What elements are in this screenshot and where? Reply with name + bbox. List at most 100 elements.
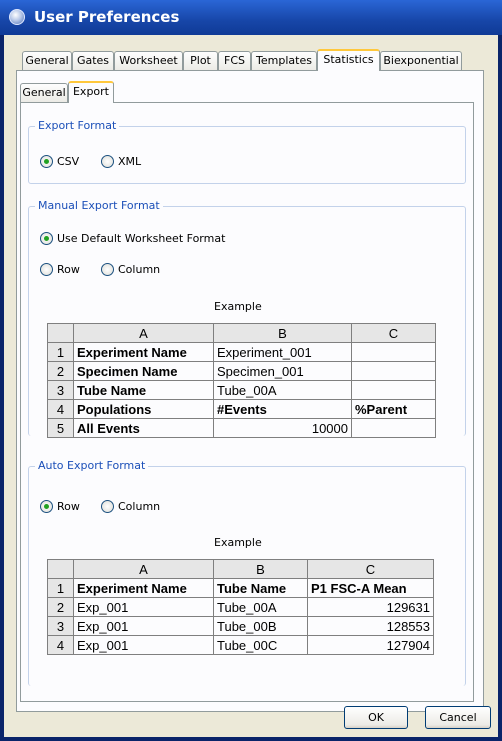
- table-header-row: A B C: [47, 559, 434, 579]
- table-cell: Tube_00C: [213, 635, 308, 655]
- manual-column-label: Column: [118, 263, 161, 276]
- table-cell: Exp_001: [73, 616, 214, 636]
- tab-export[interactable]: Export: [68, 81, 114, 103]
- tab-biexponential[interactable]: Biexponential: [380, 51, 462, 70]
- radio-unselected-icon: [101, 155, 114, 168]
- table-cell: Populations: [73, 399, 214, 419]
- use-default-label: Use Default Worksheet Format: [57, 232, 226, 245]
- user-preferences-window: User Preferences General Gates Worksheet…: [0, 0, 502, 741]
- table-cell: Experiment Name: [73, 342, 214, 362]
- row-number: 5: [47, 418, 74, 438]
- row-number: 4: [47, 635, 74, 655]
- table-cell: Experiment Name: [73, 578, 214, 598]
- column-header: A: [73, 559, 214, 579]
- table-cell: Tube Name: [73, 380, 214, 400]
- table-row: 2 Specimen Name Specimen_001: [47, 361, 436, 381]
- table-cell: [351, 418, 436, 438]
- column-header: B: [213, 323, 352, 343]
- table-row: 5 All Events 10000: [47, 418, 436, 438]
- use-default-radio[interactable]: Use Default Worksheet Format: [40, 232, 225, 245]
- window-title: User Preferences: [34, 8, 180, 26]
- tab-statistics[interactable]: Statistics: [317, 49, 380, 71]
- table-row: 4 Populations #Events %Parent: [47, 399, 436, 419]
- export-format-group: Export Format CSV XML: [28, 119, 466, 184]
- row-number: 3: [47, 380, 74, 400]
- table-row: 4 Exp_001 Tube_00C 127904: [47, 635, 434, 655]
- table-cell: [351, 342, 436, 362]
- ok-button[interactable]: OK: [344, 706, 408, 729]
- manual-column-radio[interactable]: Column: [101, 263, 160, 276]
- radio-selected-icon: [40, 232, 53, 245]
- tab-worksheet[interactable]: Worksheet: [114, 51, 183, 70]
- app-icon: [9, 9, 25, 25]
- radio-unselected-icon: [40, 263, 53, 276]
- manual-row-radio[interactable]: Row: [40, 263, 80, 276]
- table-cell: #Events: [213, 399, 352, 419]
- table-cell: Tube Name: [213, 578, 308, 598]
- tab-fcs[interactable]: FCS: [218, 51, 251, 70]
- table-row: 2 Exp_001 Tube_00A 129631: [47, 597, 434, 617]
- title-bar[interactable]: User Preferences: [0, 0, 502, 35]
- row-number: 2: [47, 361, 74, 381]
- table-cell: 10000: [213, 418, 352, 438]
- column-header: C: [307, 559, 434, 579]
- manual-example-label: Example: [214, 300, 262, 313]
- csv-radio[interactable]: CSV: [40, 155, 79, 168]
- xml-radio[interactable]: XML: [101, 155, 141, 168]
- table-cell: Exp_001: [73, 597, 214, 617]
- tab-templates[interactable]: Templates: [251, 51, 317, 70]
- table-cell: [351, 380, 436, 400]
- table-row: 3 Exp_001 Tube_00B 128553: [47, 616, 434, 636]
- table-cell: P1 FSC-A Mean: [307, 578, 434, 598]
- table-cell: Tube_00A: [213, 597, 308, 617]
- row-number: 4: [47, 399, 74, 419]
- table-cell: 127904: [307, 635, 434, 655]
- radio-unselected-icon: [101, 500, 114, 513]
- row-number: 1: [47, 578, 74, 598]
- auto-export-label: Auto Export Format: [35, 459, 149, 472]
- export-format-label: Export Format: [35, 119, 120, 132]
- auto-column-radio[interactable]: Column: [101, 500, 160, 513]
- table-cell: %Parent: [351, 399, 436, 419]
- auto-example-table: A B C 1 Experiment Name Tube Name P1 FSC…: [47, 559, 434, 655]
- table-cell: Exp_001: [73, 635, 214, 655]
- radio-unselected-icon: [101, 263, 114, 276]
- tab-plot[interactable]: Plot: [183, 51, 218, 70]
- row-number: 1: [47, 342, 74, 362]
- table-cell: [351, 361, 436, 381]
- tab-gates[interactable]: Gates: [72, 51, 114, 70]
- radio-selected-icon: [40, 155, 53, 168]
- tab-stat-general[interactable]: General: [20, 83, 68, 102]
- tab-general[interactable]: General: [22, 51, 72, 70]
- csv-label: CSV: [57, 155, 80, 168]
- table-row: 1 Experiment Name Tube Name P1 FSC-A Mea…: [47, 578, 434, 598]
- xml-label: XML: [118, 155, 142, 168]
- auto-example-label: Example: [214, 536, 262, 549]
- row-number: 2: [47, 597, 74, 617]
- column-header: B: [213, 559, 308, 579]
- table-row: 3 Tube Name Tube_00A: [47, 380, 436, 400]
- manual-example-table: A B C 1 Experiment Name Experiment_001 2…: [47, 323, 436, 438]
- table-cell: Tube_00A: [213, 380, 352, 400]
- manual-row-label: Row: [57, 263, 80, 276]
- manual-export-label: Manual Export Format: [35, 199, 163, 212]
- auto-column-label: Column: [118, 500, 161, 513]
- table-corner: [47, 323, 74, 343]
- auto-export-group: Auto Export Format Row Column Example A …: [28, 459, 466, 686]
- column-header: A: [73, 323, 214, 343]
- table-cell: 128553: [307, 616, 434, 636]
- auto-row-radio[interactable]: Row: [40, 500, 80, 513]
- export-panel: Export Format CSV XML Manual Export Form…: [20, 102, 474, 702]
- cancel-button[interactable]: Cancel: [425, 706, 491, 729]
- table-cell: Specimen_001: [213, 361, 352, 381]
- table-header-row: A B C: [47, 323, 436, 343]
- table-row: 1 Experiment Name Experiment_001: [47, 342, 436, 362]
- dialog-body: General Gates Worksheet Plot FCS Templat…: [4, 35, 498, 737]
- auto-row-label: Row: [57, 500, 80, 513]
- table-cell: All Events: [73, 418, 214, 438]
- table-cell: Specimen Name: [73, 361, 214, 381]
- table-corner: [47, 559, 74, 579]
- row-number: 3: [47, 616, 74, 636]
- column-header: C: [351, 323, 436, 343]
- table-cell: Tube_00B: [213, 616, 308, 636]
